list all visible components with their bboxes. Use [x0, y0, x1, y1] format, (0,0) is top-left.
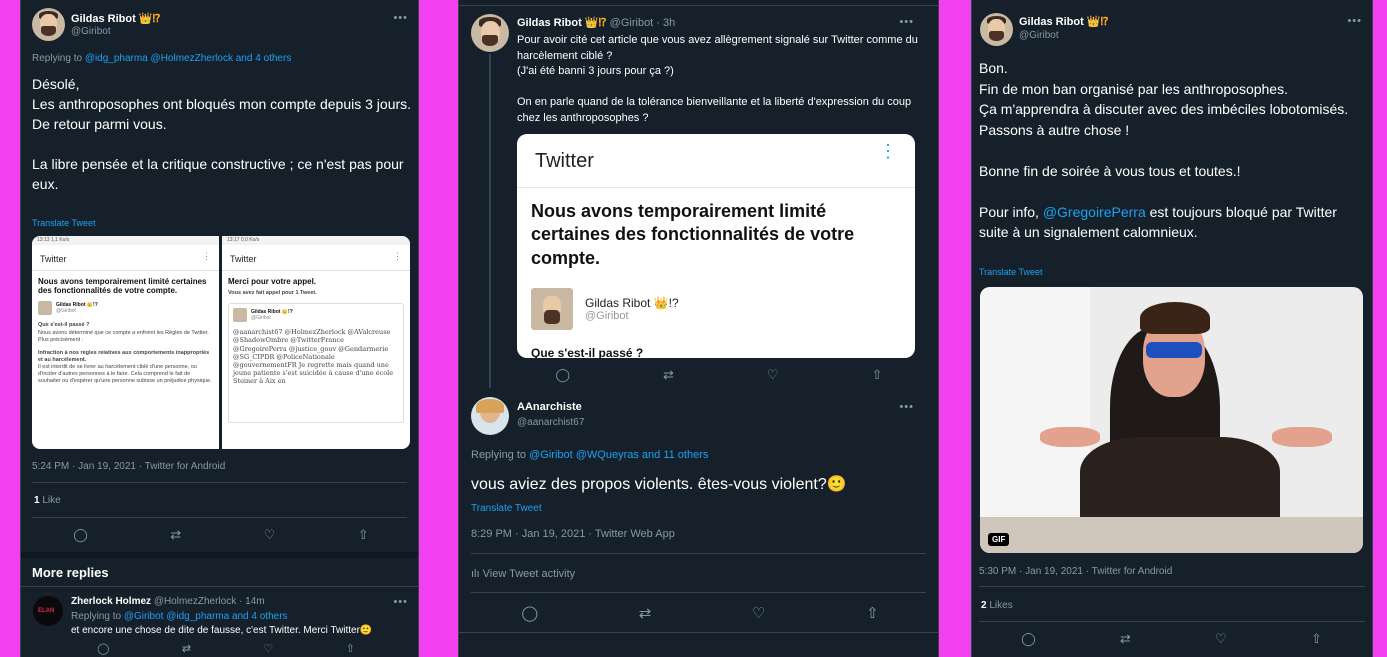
tweet-timestamp[interactable]: 5:30 PM · Jan 19, 2021 · Twitter for And…	[979, 566, 1172, 577]
media-screenshot-right[interactable]: 13:17 0,0 Ko/s Twitter ⋮ Merci pour votre…	[222, 236, 410, 449]
reply-text: et encore une chose de dite de fausse, c…	[71, 625, 373, 636]
tweet-actions: ◯ ⇄ ♡ ⇧	[509, 368, 929, 381]
reply-more-icon[interactable]: •••	[899, 401, 914, 413]
tweet-actions: ◯ ⇄ ♡ ⇧	[32, 528, 410, 541]
reply-replying-to: Replying to @Giribot @idg_pharma and 4 o…	[71, 611, 288, 622]
translate-tweet-link[interactable]: Translate Tweet	[32, 218, 96, 228]
likes-count[interactable]: 2 Likes	[981, 600, 1013, 611]
author-handle[interactable]: @Giribot	[71, 26, 111, 37]
more-options-icon[interactable]: •••	[899, 16, 914, 28]
like-icon[interactable]: ♡	[264, 528, 276, 541]
more-options-icon[interactable]: •••	[393, 12, 408, 24]
like-icon[interactable]: ♡	[752, 606, 765, 621]
like-icon[interactable]: ♡	[767, 368, 779, 381]
reply-icon[interactable]: ◯	[97, 644, 109, 655]
gif-badge: GIF	[988, 533, 1010, 546]
tweet-text: Pour avoir cité cet article que vous ave…	[517, 34, 918, 124]
retweet-icon[interactable]: ⇄	[663, 368, 674, 381]
media-screenshot-left[interactable]: 13:13 1,1 Ko/s Twitter ⋮ Nous avons tempo…	[32, 236, 219, 449]
mention-link[interactable]: @GregoirePerra	[1043, 204, 1146, 220]
tweet-text: Bon. Fin de mon ban organisé par les ant…	[979, 60, 1349, 240]
author-avatar[interactable]	[32, 8, 65, 41]
retweet-icon[interactable]: ⇄	[182, 644, 191, 655]
tweet-media[interactable]: 13:13 1,1 Ko/s Twitter ⋮ Nous avons tempo…	[32, 236, 410, 449]
tweet-panel-left: Gildas Ribot 👑⁉ @Giribot ••• Replying to…	[20, 0, 419, 657]
thread-line	[489, 54, 491, 388]
replying-to-links[interactable]: @idg_pharma @HolmezZherlock and 4 others	[85, 53, 292, 64]
tweet-panel-middle: Gildas Ribot 👑⁉ @Giribot · 3h ••• Pour a…	[458, 0, 939, 657]
share-icon[interactable]: ⇧	[1311, 632, 1322, 645]
translate-tweet-link[interactable]: Translate Tweet	[471, 503, 542, 514]
tweet-gif[interactable]: GIF	[980, 287, 1363, 553]
reply-handle[interactable]: @aanarchist67	[517, 417, 584, 428]
more-options-icon[interactable]: •••	[1347, 15, 1362, 27]
like-icon[interactable]: ♡	[263, 644, 273, 655]
author-avatar[interactable]	[980, 13, 1013, 46]
reply-icon[interactable]: ◯	[73, 528, 88, 541]
share-icon[interactable]: ⇧	[866, 606, 879, 621]
reply-text: vous aviez des propos violents. êtes-vou…	[471, 476, 847, 493]
tweet-timestamp[interactable]: 5:24 PM · Jan 19, 2021 · Twitter for And…	[32, 461, 225, 472]
author-name[interactable]: Gildas Ribot 👑⁉ @Giribot · 3h	[517, 16, 675, 29]
reply-timestamp[interactable]: 8:29 PM · Jan 19, 2021 · Twitter Web App	[471, 528, 675, 540]
share-icon[interactable]: ⇧	[358, 528, 369, 541]
author-name[interactable]: Gildas Ribot 👑⁉	[1019, 15, 1109, 28]
replying-to: Replying to @Giribot @WQueyras and 11 ot…	[471, 449, 709, 461]
view-activity-link[interactable]: ılı View Tweet activity	[471, 568, 575, 580]
author-handle[interactable]: @Giribot	[1019, 30, 1059, 41]
tweet-text: Désolé, Les anthroposophes ont bloqués m…	[32, 76, 412, 192]
reply-actions: ◯ ⇄ ♡ ⇧	[61, 644, 391, 655]
link-card[interactable]: Twitter ⋮ Nous avons temporairement limit…	[517, 134, 915, 358]
tweet-panel-right: Gildas Ribot 👑⁉ @Giribot ••• Bon. Fin de…	[971, 0, 1373, 657]
retweet-icon[interactable]: ⇄	[639, 606, 652, 621]
translate-tweet-link[interactable]: Translate Tweet	[979, 267, 1043, 277]
replying-to: Replying to @idg_pharma @HolmezZherlock …	[32, 53, 292, 64]
author-avatar[interactable]	[471, 14, 509, 52]
reply-icon[interactable]: ◯	[521, 606, 538, 621]
likes-count[interactable]: 1 Like	[34, 495, 61, 506]
like-icon[interactable]: ♡	[1215, 632, 1227, 645]
reply-icon[interactable]: ◯	[1021, 632, 1036, 645]
reply-author[interactable]: AAnarchiste	[517, 401, 582, 413]
reply-author[interactable]: Zherlock Holmez @HolmezZherlock · 14m	[71, 596, 265, 607]
card-menu-icon: ⋮	[879, 141, 897, 161]
reply-icon[interactable]: ◯	[555, 368, 570, 381]
share-icon[interactable]: ⇧	[346, 644, 355, 655]
more-replies-heading: More replies	[32, 565, 109, 580]
crown-badge: 👑⁉	[138, 13, 161, 25]
reply-more-icon[interactable]: •••	[393, 596, 408, 608]
reply-avatar[interactable]: ELAN	[33, 596, 63, 626]
reply-actions: ◯ ⇄ ♡ ⇧	[471, 606, 929, 621]
activity-icon: ılı	[471, 568, 480, 580]
tweet-actions: ◯ ⇄ ♡ ⇧	[979, 632, 1364, 645]
author-name[interactable]: Gildas Ribot 👑⁉	[71, 12, 161, 25]
share-icon[interactable]: ⇧	[872, 368, 883, 381]
reply-avatar[interactable]	[471, 397, 509, 435]
retweet-icon[interactable]: ⇄	[170, 528, 181, 541]
retweet-icon[interactable]: ⇄	[1120, 632, 1131, 645]
